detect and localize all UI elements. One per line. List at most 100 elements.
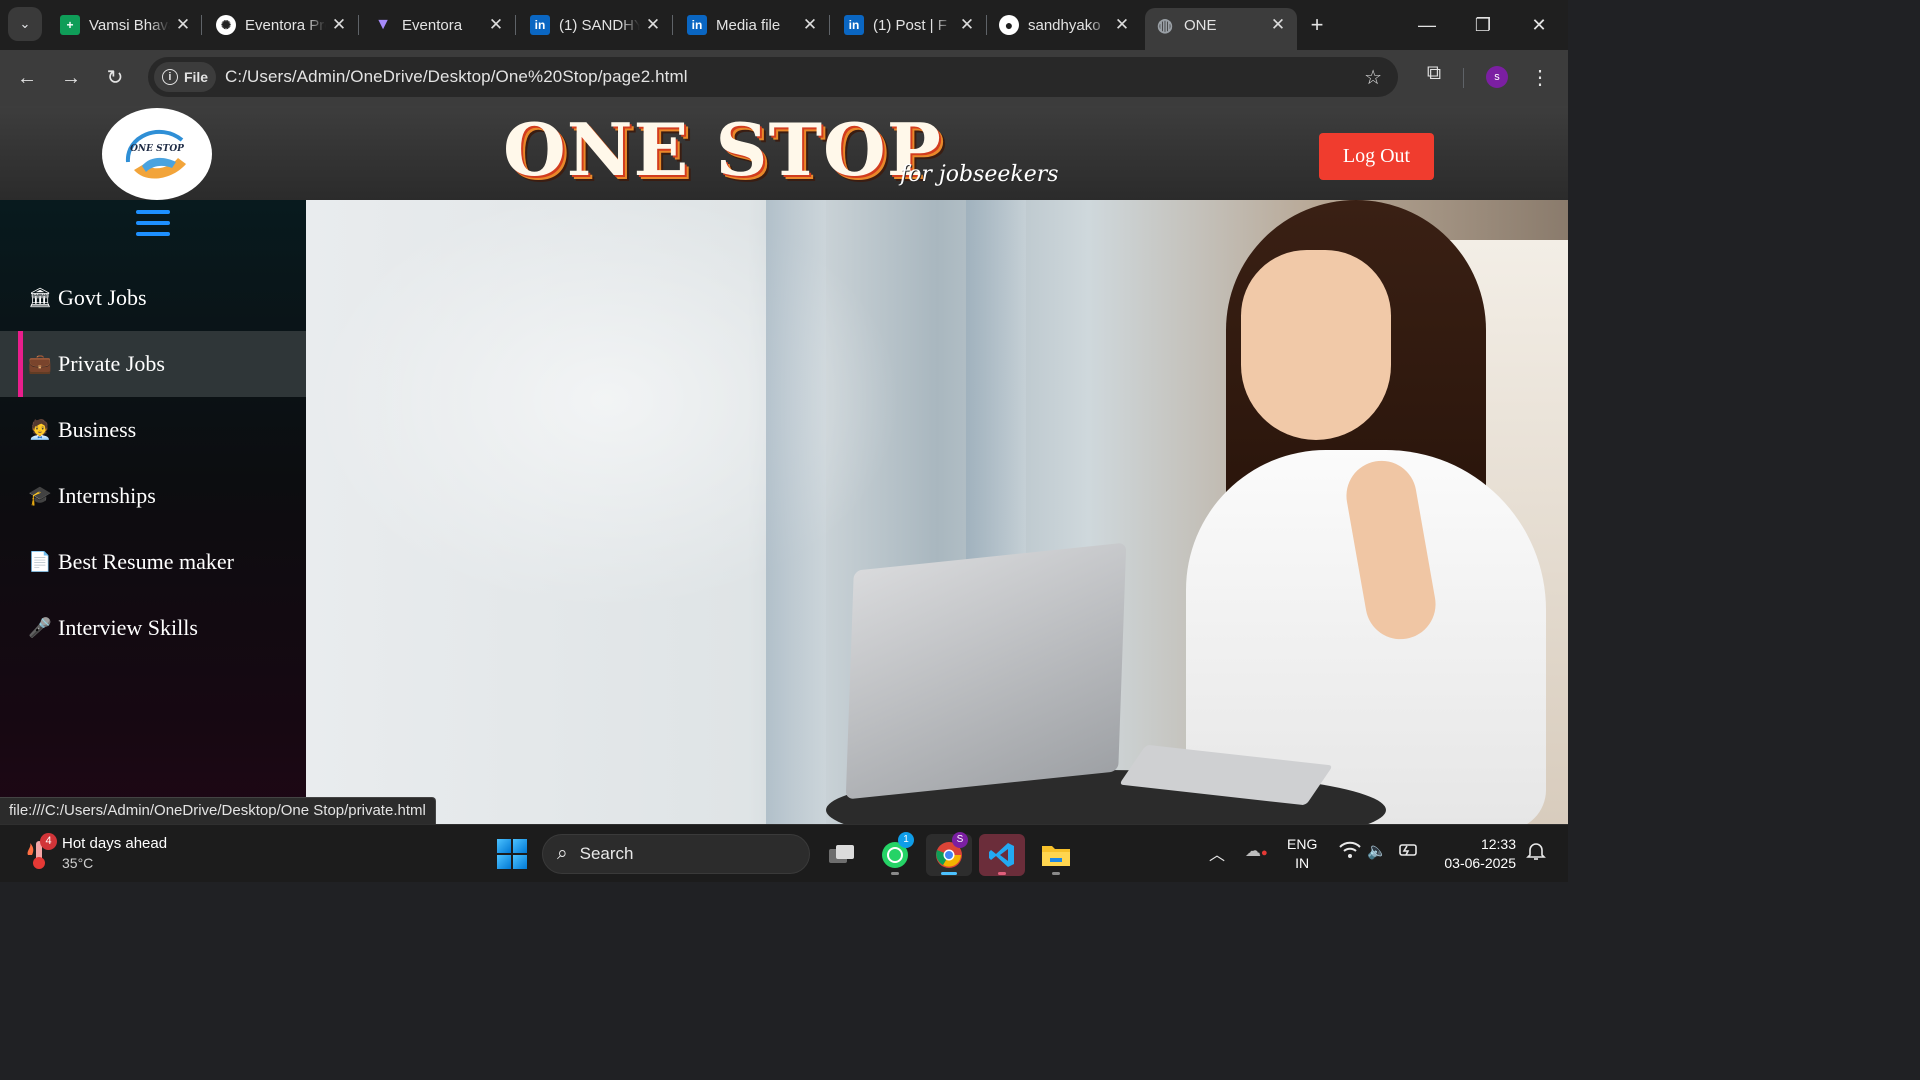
sidebar-item-interview-skills[interactable]: 🎤 Interview Skills [0, 595, 306, 661]
more-vert-icon: ⋮ [1530, 67, 1550, 89]
close-icon[interactable]: ✕ [330, 15, 348, 35]
minimize-button[interactable]: — [1407, 10, 1447, 40]
tab-one-active[interactable]: ◍ ONE ✕ [1145, 8, 1297, 50]
tab-title: Eventora [402, 16, 463, 34]
running-indicator [1052, 872, 1060, 875]
new-tab-button[interactable]: + [1304, 12, 1330, 38]
lang-line-2: IN [1295, 855, 1310, 871]
taskbar-search[interactable]: ⌕ Search [542, 834, 810, 874]
tab-linkedin-media[interactable]: in Media file ✕ [677, 8, 829, 42]
close-window-button[interactable]: ✕ [1519, 10, 1559, 40]
chip-label: File [183, 69, 209, 85]
businessman-icon: 🧑‍💼 [28, 420, 52, 441]
plus-icon: + [1310, 12, 1324, 37]
site-logo[interactable]: ONE STOP [102, 108, 212, 200]
linkedin-icon: in [844, 15, 864, 35]
puzzle-icon: ⧉ [1426, 62, 1442, 84]
close-icon[interactable]: ✕ [1113, 15, 1131, 35]
tab-title: (1) SANDHYA [559, 16, 640, 34]
weather-temp: 35°C [62, 855, 94, 871]
close-icon[interactable]: ✕ [1269, 15, 1287, 35]
tab-title: Vamsi Bhavani [89, 16, 170, 34]
browser-menu-button[interactable]: ⋮ [1528, 62, 1552, 94]
link-status-bubble: file:///C:/Users/Admin/OneDrive/Desktop/… [0, 797, 436, 824]
volume-icon[interactable]: 🔈 [1367, 841, 1387, 861]
tab-linkedin-post[interactable]: in (1) Post | F ✕ [834, 8, 986, 42]
running-indicator [941, 872, 957, 875]
chatgpt-icon: ✺ [216, 15, 236, 35]
site-brand-title: ONE STOP [503, 107, 942, 192]
task-view-icon[interactable] [819, 834, 865, 876]
extensions-button[interactable]: ⧉ [1420, 62, 1448, 94]
notifications-icon[interactable] [1526, 841, 1546, 866]
info-icon: i [161, 69, 178, 85]
tab-title: ONE [1184, 16, 1217, 34]
tab-eventora[interactable]: ▼ Eventora ✕ [363, 8, 515, 42]
language-indicator[interactable]: ENG IN [1287, 835, 1317, 873]
close-icon[interactable]: ✕ [958, 15, 976, 35]
profile-avatar[interactable]: s [1486, 66, 1508, 88]
linkedin-icon: in [530, 15, 550, 35]
hero-image [306, 200, 1568, 824]
bookmark-star-icon[interactable]: ☆ [1364, 65, 1382, 90]
sidebar-item-resume-maker[interactable]: 📄 Best Resume maker [0, 529, 306, 595]
whatsapp-badge: 1 [898, 832, 914, 848]
back-button[interactable]: ← [11, 62, 43, 94]
tab-github[interactable]: ● sandhyako ✕ [989, 8, 1141, 42]
sidebar-item-label: Interview Skills [58, 615, 198, 640]
lang-line-1: ENG [1287, 836, 1318, 852]
sidebar-item-label: Best Resume maker [58, 549, 234, 574]
battery-charging-icon[interactable] [1396, 841, 1420, 864]
sidebar: 🏛 Govt Jobs 💼 Private Jobs 🧑‍💼 Business … [0, 200, 306, 824]
tab-search-button[interactable]: ⌄ [8, 7, 42, 41]
tab-title: (1) Post | F [873, 16, 947, 34]
tab-title: Eventora Project [245, 16, 326, 34]
onedrive-error-icon[interactable]: ☁● [1245, 841, 1268, 861]
close-icon[interactable]: ✕ [801, 15, 819, 35]
reload-button[interactable]: ↻ [99, 62, 131, 94]
vite-icon: ▼ [375, 16, 391, 33]
wifi-icon[interactable] [1339, 841, 1361, 864]
sidebar-item-business[interactable]: 🧑‍💼 Business [0, 397, 306, 463]
sidebar-item-label: Govt Jobs [58, 285, 147, 310]
close-icon[interactable]: ✕ [644, 15, 662, 35]
tab-linkedin-sandhya[interactable]: in (1) SANDHYA ✕ [520, 8, 672, 42]
file-explorer-icon[interactable] [1033, 834, 1079, 876]
sheets-icon: + [60, 15, 80, 35]
tab-eventora-project[interactable]: ✺ Eventora Project ✕ [206, 8, 358, 42]
tab-separator [829, 15, 830, 35]
tab-separator [515, 15, 516, 35]
reload-icon: ↻ [106, 67, 124, 89]
running-indicator [891, 872, 899, 875]
weather-title[interactable]: Hot days ahead [62, 835, 167, 852]
close-icon[interactable]: ✕ [487, 15, 505, 35]
logout-button[interactable]: Log Out [1319, 133, 1434, 180]
vscode-icon[interactable] [979, 834, 1025, 876]
hamburger-menu-icon[interactable] [136, 210, 170, 240]
sidebar-item-private-jobs[interactable]: 💼 Private Jobs [0, 331, 306, 397]
tab-separator [358, 15, 359, 35]
forward-button[interactable]: → [55, 62, 87, 94]
site-header: ONE STOP ONE STOP for jobseekers Log Out [0, 106, 1568, 200]
restore-button[interactable]: ❐ [1463, 10, 1503, 40]
chevron-down-icon: ⌄ [19, 16, 31, 31]
url-text[interactable]: C:/Users/Admin/OneDrive/Desktop/One%20St… [225, 67, 688, 87]
sidebar-item-govt-jobs[interactable]: 🏛 Govt Jobs [0, 265, 306, 331]
logo-text: ONE STOP [130, 144, 184, 154]
tray-overflow-chevron-icon[interactable]: ︿ [1209, 841, 1225, 865]
close-icon[interactable]: ✕ [174, 15, 192, 35]
windows-start-icon[interactable] [497, 839, 527, 869]
windows-taskbar: 4 Hot days ahead 35°C ⌕ Search 1 S ︿ ☁● … [0, 824, 1568, 882]
close-icon: ✕ [1531, 15, 1547, 35]
hero-window-frame [766, 200, 826, 824]
system-clock[interactable]: 12:33 03-06-2025 [1438, 835, 1516, 873]
site-info-chip[interactable]: i File [154, 62, 216, 92]
tab-vamsi[interactable]: + Vamsi Bhavani ✕ [50, 8, 202, 42]
sidebar-item-label: Private Jobs [58, 351, 165, 376]
address-bar[interactable]: i File C:/Users/Admin/OneDrive/Desktop/O… [148, 57, 1398, 97]
whatsapp-icon[interactable]: 1 [872, 832, 918, 876]
chrome-icon[interactable]: S [926, 832, 972, 876]
tab-separator [672, 15, 673, 35]
toolbar-separator [1463, 68, 1464, 88]
sidebar-item-internships[interactable]: 🎓 Internships [0, 463, 306, 529]
